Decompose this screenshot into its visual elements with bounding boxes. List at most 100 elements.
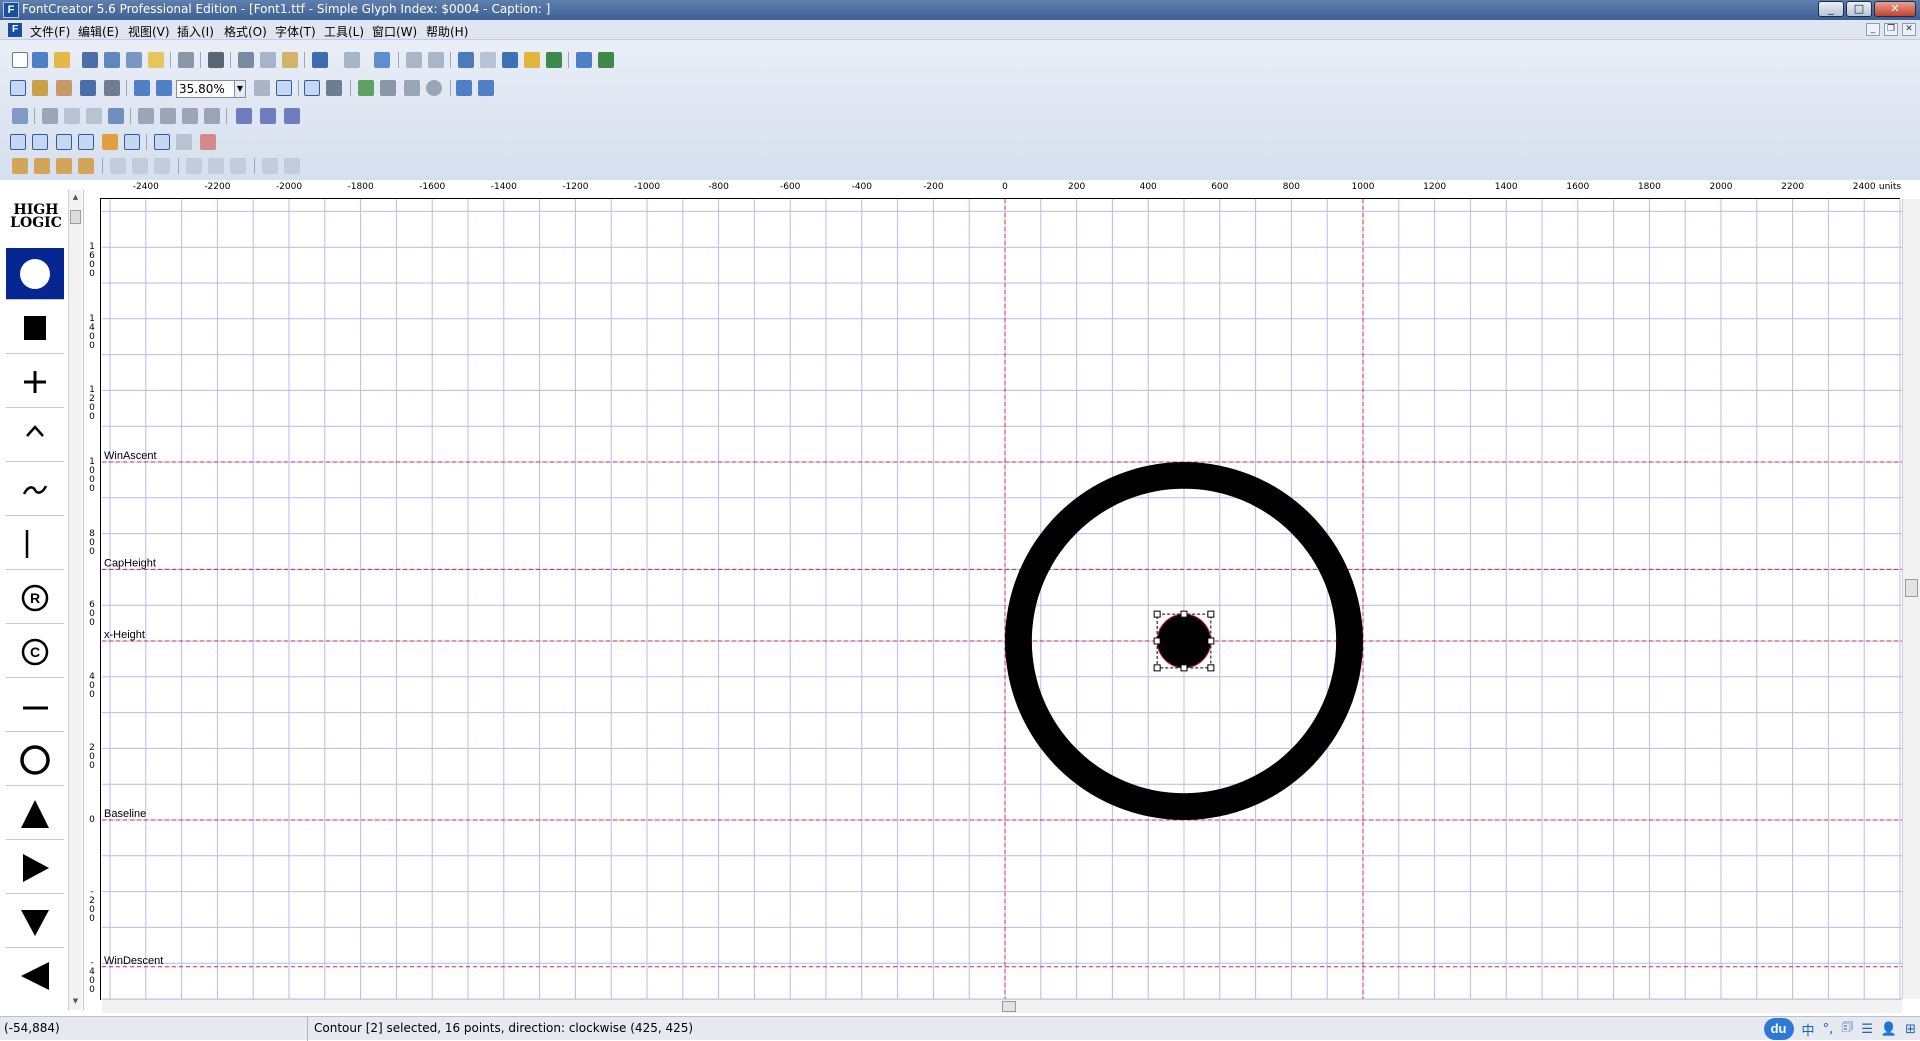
punctuation-icon[interactable]: °, — [1823, 1022, 1834, 1037]
distribute-horizontal-icon[interactable] — [262, 158, 278, 174]
align-right-icon[interactable] — [154, 158, 170, 174]
subtract-icon[interactable] — [260, 108, 276, 124]
scroll-up-arrow-icon[interactable]: ▲ — [70, 192, 81, 203]
horizontal-scroll-thumb[interactable] — [1002, 1001, 1016, 1012]
rectangle-filled-tool[interactable] — [6, 302, 64, 354]
toolbox-scrollbar[interactable]: ▲ ▼ — [68, 190, 82, 1010]
flip-horizontal-icon[interactable] — [138, 108, 154, 124]
node-type-icon[interactable] — [200, 134, 216, 150]
rotate-icon[interactable] — [86, 108, 102, 124]
caret-tool[interactable] — [6, 410, 64, 462]
ellipse-filled-tool[interactable] — [6, 248, 64, 300]
metrics-icon[interactable] — [78, 134, 94, 150]
union-icon[interactable] — [236, 108, 252, 124]
zoom-out-icon[interactable] — [156, 80, 172, 96]
user-icon[interactable]: 👤 — [1881, 1022, 1897, 1037]
hints-icon[interactable] — [102, 134, 118, 150]
pointer-mode-icon[interactable] — [304, 80, 320, 96]
menu-view[interactable]: 视图(V) — [128, 23, 170, 40]
align-middle-icon[interactable] — [208, 158, 224, 174]
slant-icon[interactable] — [204, 108, 220, 124]
line-tool-icon[interactable] — [380, 80, 396, 96]
menu-insert[interactable]: 插入(I) — [177, 23, 214, 40]
close-file-icon[interactable] — [148, 52, 164, 68]
find-icon[interactable] — [208, 52, 224, 68]
points-icon[interactable] — [176, 134, 192, 150]
align-bottom-icon[interactable] — [230, 158, 246, 174]
pen-tool-icon[interactable] — [104, 80, 120, 96]
paste-icon[interactable] — [282, 52, 298, 68]
add-glyph-icon[interactable] — [406, 52, 422, 68]
apps-grid-icon[interactable]: ⊞ — [1905, 1022, 1916, 1037]
save-icon[interactable] — [82, 52, 98, 68]
save-as-icon[interactable] — [104, 52, 120, 68]
mdi-restore-button[interactable]: ❐ — [1884, 23, 1898, 36]
align-center-icon[interactable] — [132, 158, 148, 174]
save-all-icon[interactable] — [126, 52, 142, 68]
toolbar-menu-icon[interactable]: ☰ — [1861, 1022, 1873, 1037]
glyph-properties-icon[interactable] — [12, 108, 28, 124]
snap-icon[interactable] — [154, 134, 170, 150]
glyph-canvas-svg[interactable]: WinAscent CapHeight x-Height Baseline WinDes… — [102, 199, 1902, 999]
order-forward-icon[interactable] — [34, 158, 50, 174]
menu-format[interactable]: 格式(O) — [224, 23, 267, 40]
triangle-up-tool[interactable] — [6, 788, 64, 840]
new-file-icon[interactable] — [12, 52, 28, 68]
distribute-vertical-icon[interactable] — [284, 158, 300, 174]
background-icon[interactable] — [124, 134, 140, 150]
ring-tool[interactable] — [6, 734, 64, 786]
copyright-tool[interactable]: C — [6, 626, 64, 678]
redo-icon[interactable] — [344, 52, 360, 68]
menu-window[interactable]: 窗口(W) — [372, 23, 417, 40]
sort-icon[interactable] — [458, 52, 474, 68]
zoom-dropdown-arrow[interactable]: ▼ — [234, 80, 246, 98]
dash-tool[interactable] — [6, 680, 64, 732]
registered-tool[interactable]: R — [6, 572, 64, 624]
zoom-fit-icon[interactable] — [254, 80, 270, 96]
menu-edit[interactable]: 编辑(E) — [78, 23, 119, 40]
align-top-icon[interactable] — [186, 158, 202, 174]
order-front-icon[interactable] — [12, 158, 28, 174]
open-template-icon[interactable] — [32, 52, 48, 68]
lasso-tool-icon[interactable] — [32, 80, 48, 96]
link-icon[interactable] — [64, 108, 80, 124]
order-backward-icon[interactable] — [56, 158, 72, 174]
previous-glyph-icon[interactable] — [456, 80, 472, 96]
ellipse-tool-icon[interactable] — [426, 80, 442, 96]
plus-tool[interactable] — [6, 356, 64, 408]
refresh-icon[interactable] — [374, 52, 390, 68]
minimize-button[interactable]: _ — [1818, 1, 1844, 17]
menu-file[interactable]: 文件(F) — [30, 23, 70, 40]
mdi-minimize-button[interactable]: _ — [1866, 23, 1880, 36]
glyph-edit-canvas[interactable]: WinAscent CapHeight x-Height Baseline WinDes… — [102, 199, 1902, 999]
copy-icon[interactable] — [260, 52, 276, 68]
cut-icon[interactable] — [238, 52, 254, 68]
measure-tool-icon[interactable] — [80, 80, 96, 96]
select-tool-icon[interactable] — [10, 80, 26, 96]
chinese-mode-icon[interactable]: 中 — [1802, 1020, 1815, 1039]
zoom-selection-icon[interactable] — [276, 80, 292, 96]
glyph-overview-icon[interactable] — [576, 52, 592, 68]
canvas-vertical-scrollbar[interactable] — [1902, 199, 1920, 999]
mdi-close-button[interactable]: ✕ — [1902, 23, 1916, 36]
flip-vertical-icon[interactable] — [160, 108, 176, 124]
zoom-input[interactable]: 35.80% — [176, 80, 236, 98]
zoom-in-icon[interactable] — [134, 80, 150, 96]
bar-tool[interactable] — [6, 518, 64, 570]
next-glyph-icon[interactable] — [478, 80, 494, 96]
test-font-icon[interactable] — [524, 52, 540, 68]
fine-grid-icon[interactable] — [32, 134, 48, 150]
menu-help[interactable]: 帮助(H) — [426, 23, 468, 40]
rectangle-tool-icon[interactable] — [404, 80, 420, 96]
undo-icon[interactable] — [312, 52, 328, 68]
transform-icon[interactable] — [108, 108, 124, 124]
tilde-tool[interactable] — [6, 464, 64, 516]
toolbox-scroll-thumb[interactable] — [70, 210, 81, 224]
menu-tools[interactable]: 工具(L) — [324, 23, 364, 40]
maximize-button[interactable]: □ — [1846, 1, 1872, 17]
canvas-horizontal-scrollbar[interactable] — [102, 999, 1902, 1013]
menu-font[interactable]: 字体(T) — [275, 23, 316, 40]
keyboard-icon[interactable]: 🗊 — [1841, 1018, 1853, 1040]
remove-glyph-icon[interactable] — [428, 52, 444, 68]
font-info-icon[interactable] — [502, 52, 518, 68]
